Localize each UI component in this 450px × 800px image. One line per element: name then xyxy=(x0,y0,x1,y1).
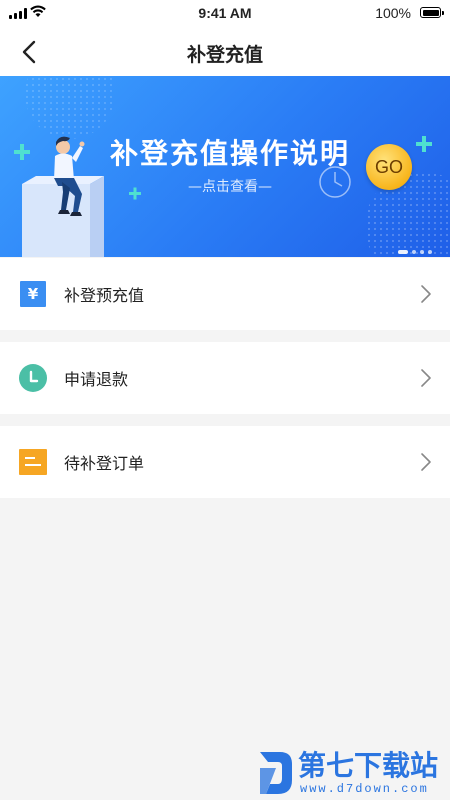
status-bar: 9:41 AM 100% xyxy=(0,0,450,28)
menu-item-label: 待补登订单 xyxy=(64,454,145,473)
promo-banner[interactable]: 补登充值操作说明 —点击查看— GO xyxy=(0,76,450,257)
watermark-text: 第七下载站 xyxy=(298,749,439,782)
nav-bar: 补登充值 xyxy=(0,28,450,76)
watermark: 第七下载站 www.d7down.com xyxy=(258,750,448,798)
battery-percentage: 100% xyxy=(375,5,411,21)
carousel-dot[interactable] xyxy=(428,250,432,254)
menu-item-label: 补登预充值 xyxy=(64,286,145,305)
watermark-url: www.d7down.com xyxy=(300,782,429,796)
menu-item-pre-recharge[interactable]: ¥ 补登预充值 xyxy=(0,258,450,330)
menu-item-pending-orders[interactable]: 待补登订单 xyxy=(0,426,450,498)
carousel-dot-active[interactable] xyxy=(398,250,408,254)
menu-item-refund[interactable]: 申请退款 xyxy=(0,342,450,414)
page-title: 补登充值 xyxy=(186,44,263,66)
yen-icon: ¥ xyxy=(19,280,47,308)
carousel-dot[interactable] xyxy=(412,250,416,254)
battery-icon xyxy=(420,7,444,18)
clock-icon xyxy=(19,364,47,392)
go-button[interactable]: GO xyxy=(366,144,412,190)
chevron-right-icon xyxy=(421,369,431,387)
chevron-right-icon xyxy=(421,285,431,303)
carousel-dot[interactable] xyxy=(420,250,424,254)
menu-item-label: 申请退款 xyxy=(64,370,129,389)
d7-logo-icon xyxy=(260,752,292,794)
chevron-right-icon xyxy=(421,453,431,471)
list-icon xyxy=(19,448,47,476)
carousel-page-indicator[interactable] xyxy=(394,239,432,257)
